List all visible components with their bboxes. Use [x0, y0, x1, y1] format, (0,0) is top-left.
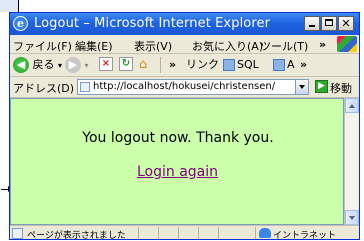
title-bar[interactable]: e Logout – Microsoft Internet Explorer ✕	[10, 13, 359, 35]
page-content: You logout now. Thank you. Login again	[10, 98, 344, 225]
scroll-up-button[interactable]	[345, 98, 359, 113]
menu-edit[interactable]: 編集(E)	[75, 38, 113, 54]
back-arrow-icon: ◀	[13, 57, 29, 73]
link-sql[interactable]: SQL	[223, 57, 259, 73]
status-pane-divider	[158, 227, 159, 239]
background-window-fragment	[0, 0, 18, 12]
background-divider	[18, 0, 19, 12]
status-pane-divider	[218, 227, 219, 239]
status-pane-divider	[255, 227, 256, 239]
address-bar: アドレス(D) http://localhost/hokusei/christe…	[10, 77, 359, 98]
menu-tools[interactable]: ツール(T)	[260, 38, 308, 54]
page-icon	[80, 82, 90, 92]
address-label: アドレス(D)	[13, 82, 75, 95]
login-again-link[interactable]: Login again	[137, 164, 218, 180]
chevron-right-icon: »	[169, 58, 177, 71]
status-pane-divider	[138, 227, 139, 239]
menu-view[interactable]: 表示(V)	[134, 38, 172, 54]
forward-arrow-icon: ▶	[65, 57, 81, 73]
toolbar-separator	[160, 57, 161, 73]
address-dropdown-button[interactable]	[295, 80, 308, 94]
status-pane-divider	[178, 227, 179, 239]
close-button[interactable]: ✕	[338, 16, 354, 31]
link-sql-label: SQL	[237, 58, 259, 71]
security-zone-text: イントラネット	[273, 231, 337, 240]
go-label: 移動	[330, 82, 352, 95]
forward-dropdown-icon[interactable]: ▾	[85, 61, 89, 70]
refresh-button[interactable]: ↻	[119, 57, 133, 73]
menu-bar: ファイル(F) 編集(E) 表示(V) お気に入り(A) ツール(T) »	[10, 35, 359, 54]
back-label: 戻る	[32, 58, 55, 71]
page-status-icon	[12, 228, 23, 239]
forward-button[interactable]: ▶ ▾	[65, 57, 89, 73]
address-field[interactable]: http://localhost/hokusei/christensen/	[77, 79, 309, 95]
window-title: Logout – Microsoft Internet Explorer	[34, 16, 271, 31]
logout-message: You logout now. Thank you.	[82, 130, 274, 146]
stop-button[interactable]: ×	[99, 57, 113, 73]
standard-toolbar: ◀ 戻る ▾ ▶ ▾ × ↻ ⌂ » リンク SQL A »	[10, 54, 359, 77]
minimize-button[interactable]	[304, 16, 320, 31]
back-button[interactable]: ◀ 戻る ▾	[13, 57, 62, 73]
link-a-label: A	[287, 58, 295, 71]
link-a[interactable]: A	[273, 57, 295, 73]
more-toolbar-chevron[interactable]: »	[169, 57, 176, 73]
windows-logo-icon	[337, 36, 357, 52]
home-button[interactable]: ⌂	[139, 57, 147, 73]
go-arrow-icon: ▶	[315, 80, 328, 93]
links-overflow-chevron-icon[interactable]: »	[300, 57, 307, 73]
link-page-icon	[273, 59, 285, 71]
status-bar: ページが表示されました イントラネット	[10, 225, 359, 240]
link-page-icon	[223, 59, 235, 71]
refresh-icon: ↻	[119, 57, 133, 71]
scroll-down-button[interactable]	[345, 210, 359, 225]
status-pane-divider	[198, 227, 199, 239]
go-button[interactable]: ▶ 移動	[315, 80, 352, 96]
home-icon: ⌂	[139, 57, 148, 72]
menu-overflow-chevron-icon[interactable]: »	[319, 38, 326, 51]
pointer-arrow-icon	[1, 186, 12, 192]
intranet-zone-icon	[259, 228, 271, 238]
stop-icon: ×	[99, 57, 113, 71]
maximize-button[interactable]	[321, 16, 337, 31]
ie-window: e Logout – Microsoft Internet Explorer ✕…	[9, 12, 360, 240]
back-dropdown-icon[interactable]: ▾	[58, 61, 62, 70]
links-label[interactable]: リンク	[186, 57, 219, 73]
status-text: ページが表示されました	[27, 231, 126, 240]
address-url[interactable]: http://localhost/hokusei/christensen/	[93, 81, 275, 92]
menu-file[interactable]: ファイル(F)	[13, 38, 72, 54]
ie-icon[interactable]: e	[13, 16, 28, 31]
menu-favorites[interactable]: お気に入り(A)	[192, 38, 263, 54]
vertical-scrollbar[interactable]	[344, 98, 359, 225]
